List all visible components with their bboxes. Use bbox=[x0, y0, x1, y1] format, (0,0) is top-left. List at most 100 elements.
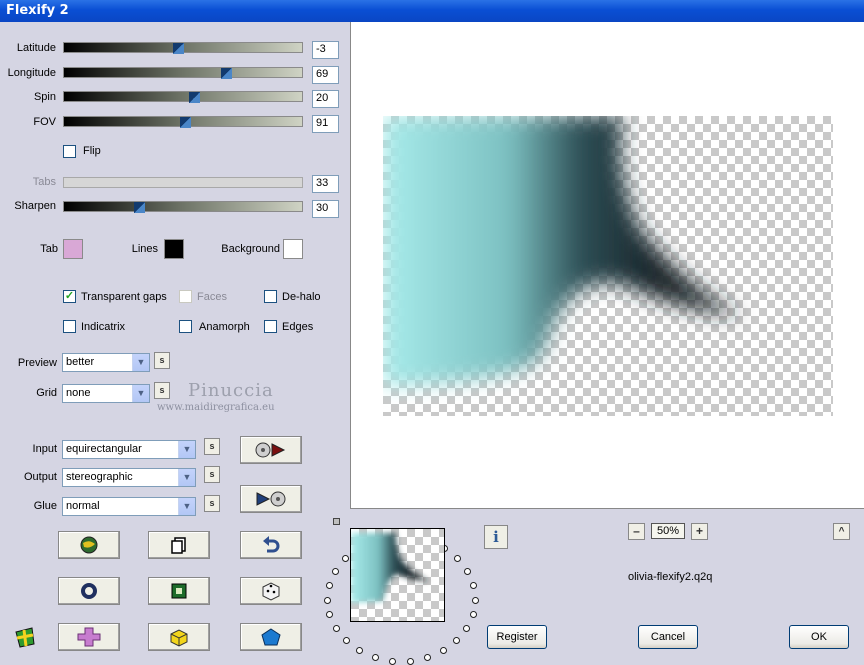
cube-shape-button[interactable] bbox=[148, 623, 210, 651]
dehalo-label: De-halo bbox=[282, 291, 321, 303]
spin-value[interactable]: 20 bbox=[312, 90, 339, 108]
dial-dot[interactable] bbox=[440, 647, 447, 654]
chevron-down-icon: ▼ bbox=[178, 441, 195, 458]
ring-button[interactable] bbox=[58, 577, 120, 605]
background-color-swatch[interactable] bbox=[283, 239, 303, 259]
fov-slider[interactable] bbox=[63, 116, 303, 128]
sharpen-slider-thumb[interactable] bbox=[134, 202, 145, 213]
edges-label: Edges bbox=[282, 321, 314, 333]
preview-select-value: better bbox=[66, 356, 95, 368]
transparent-gaps-checkbox[interactable]: ✓ bbox=[63, 290, 76, 303]
preview-canvas[interactable] bbox=[383, 116, 833, 416]
fov-slider-thumb[interactable] bbox=[180, 117, 191, 128]
sharpen-label: Sharpen bbox=[14, 200, 56, 212]
dice-button[interactable] bbox=[240, 577, 302, 605]
undo-icon bbox=[263, 536, 280, 553]
grid-label: Grid bbox=[36, 387, 57, 399]
play-output-button[interactable] bbox=[240, 485, 302, 513]
spin-label: Spin bbox=[33, 91, 56, 103]
dial-dot[interactable] bbox=[463, 625, 470, 632]
cube-icon bbox=[170, 629, 188, 647]
input-label: Input bbox=[32, 443, 57, 455]
spin-slider[interactable] bbox=[63, 91, 303, 103]
info-button[interactable]: i bbox=[484, 525, 508, 549]
scroll-up-button[interactable]: ^ bbox=[833, 523, 850, 540]
background-color-label: Background bbox=[221, 243, 280, 255]
glue-s-button[interactable]: s bbox=[204, 495, 220, 512]
dial-dot[interactable] bbox=[324, 597, 331, 604]
play-input-button[interactable] bbox=[240, 436, 302, 464]
grid-select[interactable]: none ▼ bbox=[62, 384, 150, 403]
dial-dot[interactable] bbox=[470, 611, 477, 618]
gift-logo-icon bbox=[12, 624, 38, 653]
zoom-out-button[interactable]: – bbox=[628, 523, 645, 540]
faces-checkbox bbox=[179, 290, 192, 303]
randomize-globe-button[interactable] bbox=[58, 531, 120, 559]
tab-color-swatch[interactable] bbox=[63, 239, 83, 259]
sharpen-slider[interactable] bbox=[63, 201, 303, 213]
register-button[interactable]: Register bbox=[487, 625, 547, 649]
dice-icon bbox=[262, 582, 280, 601]
lines-color-swatch[interactable] bbox=[164, 239, 184, 259]
copy-button[interactable] bbox=[148, 531, 210, 559]
chevron-down-icon: ▼ bbox=[132, 354, 149, 371]
sharpen-value[interactable]: 30 bbox=[312, 200, 339, 218]
grid-s-button[interactable]: s bbox=[154, 382, 170, 399]
flip-checkbox[interactable] bbox=[63, 145, 76, 158]
dial-dot[interactable] bbox=[342, 555, 349, 562]
input-select[interactable]: equirectangular ▼ bbox=[62, 440, 196, 459]
input-select-value: equirectangular bbox=[66, 443, 142, 455]
output-select[interactable]: stereographic ▼ bbox=[62, 468, 196, 487]
latitude-value[interactable]: -3 bbox=[312, 41, 339, 59]
chevron-down-icon: ▼ bbox=[178, 469, 195, 486]
spin-slider-thumb[interactable] bbox=[189, 92, 200, 103]
watermark-url: www.maidiregrafica.eu bbox=[157, 402, 275, 413]
longitude-slider-thumb[interactable] bbox=[221, 68, 232, 79]
frame-button[interactable] bbox=[148, 577, 210, 605]
title-bar: Flexify 2 bbox=[0, 0, 864, 22]
undo-button[interactable] bbox=[240, 531, 302, 559]
chevron-down-icon: ▼ bbox=[132, 385, 149, 402]
main-preview-panel[interactable] bbox=[350, 22, 864, 509]
dial-dot[interactable] bbox=[343, 637, 350, 644]
pentagon-shape-button[interactable] bbox=[240, 623, 302, 651]
tabs-slider bbox=[63, 177, 303, 188]
cross-shape-button[interactable] bbox=[58, 623, 120, 651]
output-s-button[interactable]: s bbox=[204, 466, 220, 483]
dial-dot[interactable] bbox=[453, 637, 460, 644]
latitude-slider[interactable] bbox=[63, 42, 303, 54]
thumbnail-image bbox=[351, 533, 429, 603]
edges-checkbox[interactable] bbox=[264, 320, 277, 333]
dial-dot[interactable] bbox=[333, 625, 340, 632]
preview-s-button[interactable]: s bbox=[154, 352, 170, 369]
dial-dot[interactable] bbox=[472, 597, 479, 604]
dial-dot[interactable] bbox=[326, 582, 333, 589]
pentagon-icon bbox=[261, 628, 281, 646]
input-s-button[interactable]: s bbox=[204, 438, 220, 455]
dial-dot[interactable] bbox=[389, 658, 396, 665]
zoom-in-button[interactable]: + bbox=[691, 523, 708, 540]
zoom-level: 50% bbox=[651, 523, 685, 539]
dial-dot[interactable] bbox=[464, 568, 471, 575]
preview-select[interactable]: better ▼ bbox=[62, 353, 150, 372]
anamorph-checkbox[interactable] bbox=[179, 320, 192, 333]
ok-button[interactable]: OK bbox=[789, 625, 849, 649]
fov-value[interactable]: 91 bbox=[312, 115, 339, 133]
dial-dot[interactable] bbox=[332, 568, 339, 575]
longitude-slider[interactable] bbox=[63, 67, 303, 79]
dial-dot[interactable] bbox=[407, 658, 414, 665]
dial-dot[interactable] bbox=[454, 555, 461, 562]
dehalo-checkbox[interactable] bbox=[264, 290, 277, 303]
glue-select[interactable]: normal ▼ bbox=[62, 497, 196, 516]
ring-icon bbox=[81, 583, 97, 599]
latitude-slider-thumb[interactable] bbox=[173, 43, 184, 54]
dial-dot[interactable] bbox=[326, 611, 333, 618]
thumbnail-preview[interactable] bbox=[350, 528, 445, 622]
dial-dot[interactable] bbox=[470, 582, 477, 589]
cancel-button[interactable]: Cancel bbox=[638, 625, 698, 649]
longitude-value[interactable]: 69 bbox=[312, 66, 339, 84]
disc-play-icon bbox=[255, 442, 286, 458]
tabs-value[interactable]: 33 bbox=[312, 175, 339, 193]
dial-dot[interactable] bbox=[356, 647, 363, 654]
indicatrix-checkbox[interactable] bbox=[63, 320, 76, 333]
